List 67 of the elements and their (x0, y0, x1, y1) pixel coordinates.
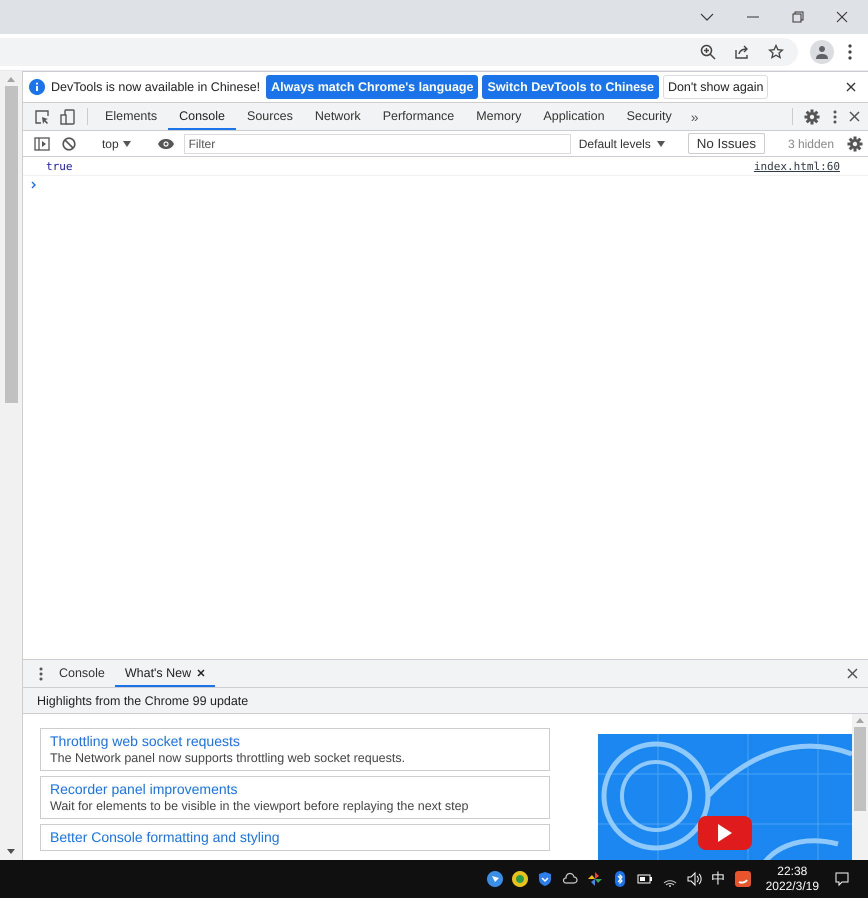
feature-link[interactable]: Better Console formatting and styling (50, 829, 540, 845)
more-options-icon[interactable] (39, 666, 43, 680)
input-method-indicator[interactable]: 中 (712, 870, 726, 888)
close-icon[interactable] (836, 11, 848, 23)
settings-icon[interactable] (804, 108, 820, 124)
infobar-button[interactable]: Switch DevTools to Chinese (482, 75, 659, 99)
more-tabs-button[interactable]: » (682, 103, 707, 130)
whats-new-header: Highlights from the Chrome 99 update (23, 688, 868, 714)
volume-icon[interactable] (686, 871, 703, 887)
infobar-message: DevTools is now available in Chinese! (51, 80, 260, 94)
drawer-scrollbar[interactable] (852, 714, 868, 860)
feature-link[interactable]: Recorder panel improvements (50, 781, 540, 797)
scrollbar-thumb[interactable] (854, 727, 866, 811)
more-options-icon[interactable] (833, 110, 837, 124)
profile-avatar[interactable] (810, 40, 834, 64)
close-icon[interactable] (849, 111, 860, 122)
feature-description: The Network panel now supports throttling web socket requests. (50, 751, 406, 765)
person-icon (815, 45, 829, 59)
panel-tab[interactable]: Security (616, 103, 683, 130)
infobar-button[interactable]: Don't show again (662, 75, 768, 99)
panel-tab[interactable]: Sources (236, 103, 304, 130)
scrollbar-thumb[interactable] (4, 86, 18, 403)
feature-link[interactable]: Throttling web socket requests (50, 733, 540, 749)
eye-icon[interactable] (156, 138, 175, 150)
drawer-tab[interactable]: Console (49, 660, 115, 687)
panel-tab[interactable]: Console (168, 103, 236, 130)
device-icon[interactable] (60, 108, 76, 124)
close-icon[interactable] (197, 668, 206, 676)
close-icon[interactable] (847, 668, 858, 679)
filter-field[interactable]: Filter (184, 134, 571, 154)
hidden-count: 3 hidden (786, 136, 835, 150)
feature-description: Wait for elements to be visible in the viewport before replaying the next step (50, 799, 470, 813)
issues-button[interactable]: No Issues (688, 133, 766, 154)
prompt-icon (31, 181, 37, 189)
panel-tab[interactable]: Elements (94, 103, 168, 130)
chevron-down-icon[interactable] (700, 12, 714, 22)
inspect-icon[interactable] (34, 108, 50, 124)
info-icon (29, 79, 45, 95)
sidebar-icon[interactable] (34, 136, 50, 150)
scroll-down-icon[interactable] (7, 849, 15, 854)
shield-icon[interactable] (536, 871, 553, 887)
dropdown-arrow-icon (122, 140, 131, 146)
dropdown-arrow-icon (656, 140, 665, 146)
console-value: true (46, 160, 72, 173)
tray-app-icon[interactable] (512, 871, 528, 887)
panel-tab[interactable]: Application (532, 103, 616, 130)
share-icon[interactable] (734, 44, 750, 60)
clear-console-icon[interactable] (62, 136, 76, 150)
notification-icon[interactable] (834, 871, 850, 887)
panel-tab[interactable]: Network (304, 103, 372, 130)
panel-tab[interactable]: Memory (465, 103, 532, 130)
zoom-icon[interactable] (700, 44, 716, 60)
tray-app-icon[interactable] (486, 871, 503, 887)
star-icon[interactable] (768, 44, 784, 60)
levels-dropdown[interactable]: Default levels (572, 136, 671, 150)
restore-icon[interactable] (792, 11, 804, 23)
clock[interactable]: 22:38 2022/3/19 (766, 864, 819, 894)
infobar-button[interactable]: Always match Chrome's language (266, 75, 478, 99)
menu-icon[interactable] (848, 44, 852, 60)
pinwheel-icon[interactable] (586, 871, 603, 887)
close-icon[interactable] (846, 82, 856, 92)
panel-tab[interactable]: Performance (372, 103, 466, 130)
source-link[interactable]: index.html:60 (754, 160, 840, 173)
settings-icon[interactable] (847, 136, 863, 152)
context-dropdown[interactable]: top (98, 136, 135, 150)
page-scrollbar[interactable] (0, 71, 22, 860)
tray-app-icon[interactable] (734, 871, 751, 887)
